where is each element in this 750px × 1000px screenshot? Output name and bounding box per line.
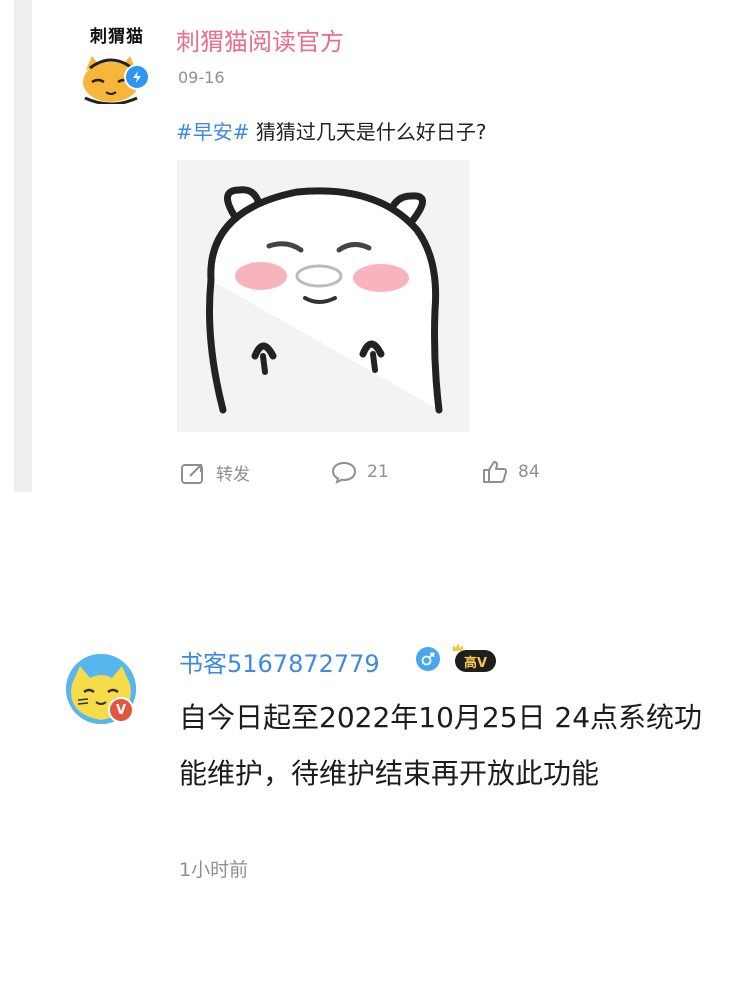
post-date: 09-16 [178,68,225,87]
level-label: 高V [464,655,488,671]
comment-button[interactable]: 21 [331,460,389,484]
repost-icon [181,463,203,484]
quote-bar [14,0,32,492]
post-image-bear-meme[interactable] [177,160,469,432]
verified-v-badge-icon: V [108,697,134,723]
crown-icon [453,643,463,651]
repost-label: 转发 [216,465,250,485]
like-button[interactable]: 84 [482,460,540,484]
account-name[interactable]: 刺猬猫阅读官方 [176,22,344,57]
logo-text: 刺猬猫 [90,27,144,47]
comment-icon [331,461,357,484]
commenter-name[interactable]: 书客5167872779 [179,644,380,679]
account-avatar[interactable]: 刺猬猫 [76,18,158,104]
original-post-card[interactable]: 刺猬猫 刺猬猫阅读官方 09-16 #早安# 猜猜过几天是什么好日子? 转发 2… [0,0,750,495]
high-v-level-badge: 高V [453,643,497,672]
comment-timestamp: 1小时前 [179,859,249,881]
comment-count: 21 [367,462,389,482]
repost-button[interactable]: 转发 [180,460,250,485]
male-gender-icon [416,647,440,671]
bear-meme-illustration [177,160,469,432]
thumbs-up-icon [483,461,508,483]
comment-text: 自今日起至2022年10月25日 24点系统功能维护，待维护结束再开放此功能 [179,701,703,790]
verified-badge-icon [124,64,150,90]
post-text: #早安# 猜猜过几天是什么好日子? [176,116,487,145]
like-count: 84 [518,462,540,482]
topic-link[interactable]: #早安# [176,120,250,144]
post-body: 猜猜过几天是什么好日子? [255,120,487,144]
